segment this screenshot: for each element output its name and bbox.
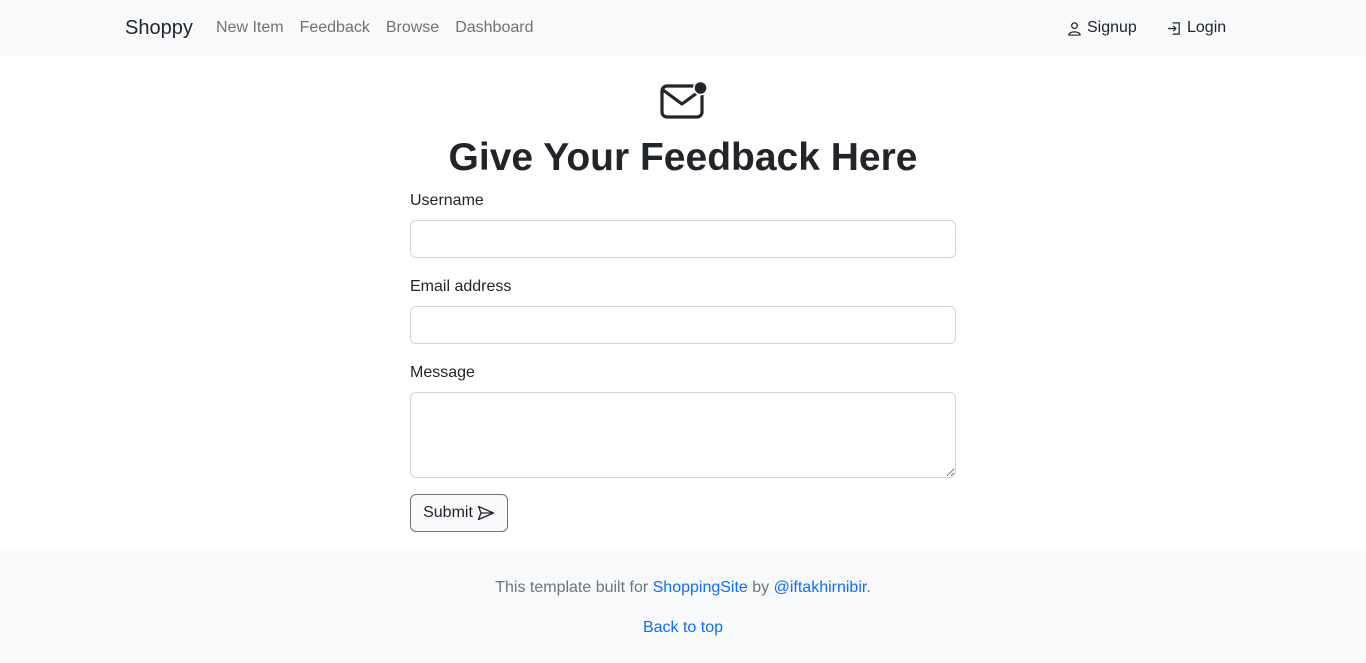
signup-label: Signup [1087,19,1137,36]
submit-button[interactable]: Submit [410,494,508,532]
login-icon [1167,21,1180,35]
person-icon [1068,21,1081,36]
send-icon [477,505,495,521]
username-label: Username [410,192,484,209]
login-label: Login [1187,19,1227,36]
footer-site-link[interactable]: ShoppingSite [653,579,748,596]
message-textarea[interactable] [410,392,956,478]
email-input[interactable] [410,306,956,344]
login-link[interactable]: Login [1167,18,1226,38]
back-to-top-link[interactable]: Back to top [643,619,723,636]
navbar: Shoppy New Item Feedback Browse Dashboar… [0,0,1366,56]
submit-label: Submit [423,504,473,521]
footer-text-before: This template built for [495,579,653,596]
back-to-top: Back to top [0,618,1366,638]
brand-link[interactable]: Shoppy [125,15,193,41]
nav-links: New Item Feedback Browse Dashboard [208,18,541,38]
envelope-icon [660,80,708,119]
footer-credit: This template built for ShoppingSite by … [0,578,1366,598]
footer-text-middle: by [747,579,774,596]
nav-link-dashboard[interactable]: Dashboard [447,18,541,38]
message-label: Message [410,364,475,381]
footer-author-link[interactable]: @iftakhirnibir [774,579,867,596]
email-label: Email address [410,278,512,295]
nav-link-new-item[interactable]: New Item [208,18,292,38]
nav-link-browse[interactable]: Browse [378,18,447,38]
footer-text-end: . [866,579,871,596]
nav-link-feedback[interactable]: Feedback [292,18,378,38]
footer: This template built for ShoppingSite by … [0,551,1366,663]
page-title: Give Your Feedback Here [448,136,918,179]
username-input[interactable] [410,220,956,258]
signup-link[interactable]: Signup [1067,18,1137,38]
